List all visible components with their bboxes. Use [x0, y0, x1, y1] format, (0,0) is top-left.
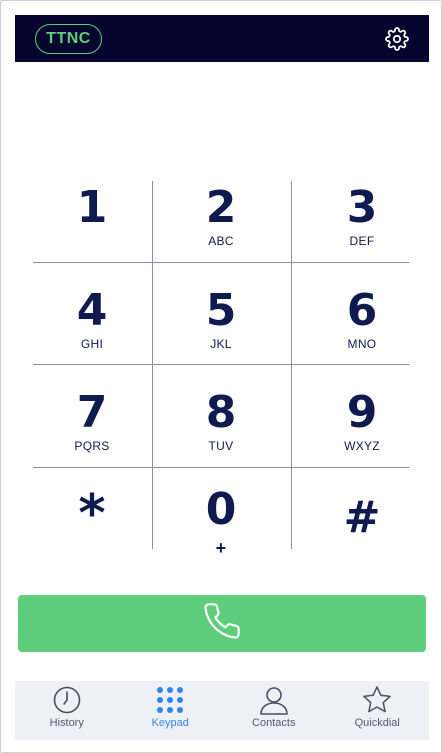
- tab-label: Keypad: [151, 717, 189, 729]
- key-letters: GHI: [80, 337, 104, 351]
- app-frame: TTNC 1 2 ABC 3 DEF 4 GHI 5 JKL 6 MNO 7 P…: [0, 0, 442, 753]
- key-1[interactable]: 1: [33, 181, 151, 283]
- key-digit: 9: [346, 387, 378, 438]
- key-digit: 1: [76, 182, 108, 233]
- key-letters: ABC: [208, 234, 234, 248]
- key-2[interactable]: 2 ABC: [162, 181, 280, 283]
- key-digit: 5: [205, 285, 237, 336]
- key-digit: 0: [205, 484, 237, 535]
- key-letters: TUV: [208, 439, 234, 453]
- key-letters: WXYZ: [344, 439, 380, 453]
- key-digit: 2: [205, 182, 237, 233]
- key-digit: 4: [76, 285, 108, 336]
- tab-history[interactable]: History: [15, 681, 119, 740]
- key-letters: +: [215, 538, 227, 558]
- clock-icon: [52, 685, 82, 715]
- star-icon: [362, 685, 392, 715]
- top-bar: TTNC: [15, 15, 429, 62]
- keypad-divider: [291, 181, 292, 549]
- key-digit: 6: [346, 285, 378, 336]
- key-digit: 3: [346, 182, 378, 233]
- call-button[interactable]: [18, 595, 426, 652]
- key-0[interactable]: 0 +: [162, 468, 280, 559]
- key-letters: DEF: [349, 234, 375, 248]
- keypad-divider: [152, 181, 153, 549]
- key-3[interactable]: 3 DEF: [303, 181, 421, 283]
- keypad-grid-icon: [155, 685, 185, 715]
- bottom-tab-bar: History Keypad Contacts Quickdial: [15, 681, 429, 740]
- key-letters: JKL: [210, 337, 232, 351]
- key-digit: #: [343, 492, 381, 543]
- tab-keypad[interactable]: Keypad: [119, 681, 223, 740]
- tab-label: History: [49, 717, 84, 729]
- tab-quickdial[interactable]: Quickdial: [326, 681, 430, 740]
- tab-label: Quickdial: [354, 717, 400, 729]
- tab-contacts[interactable]: Contacts: [222, 681, 326, 740]
- key-4[interactable]: 4 GHI: [33, 284, 151, 386]
- key-digit: *: [78, 484, 106, 544]
- brand-logo: TTNC: [35, 24, 102, 54]
- key-star[interactable]: *: [33, 468, 151, 549]
- phone-icon: [202, 601, 242, 646]
- person-icon: [259, 685, 289, 715]
- key-6[interactable]: 6 MNO: [303, 284, 421, 386]
- key-digit: 7: [76, 387, 108, 438]
- key-letters: MNO: [347, 337, 377, 351]
- tab-label: Contacts: [252, 717, 296, 729]
- key-letters: PQRS: [74, 439, 110, 453]
- dial-keypad: 1 2 ABC 3 DEF 4 GHI 5 JKL 6 MNO 7 PQRS 8…: [33, 181, 409, 559]
- key-5[interactable]: 5 JKL: [162, 284, 280, 386]
- key-hash[interactable]: #: [303, 468, 421, 549]
- key-digit: 8: [205, 387, 237, 438]
- gear-icon[interactable]: [385, 27, 409, 51]
